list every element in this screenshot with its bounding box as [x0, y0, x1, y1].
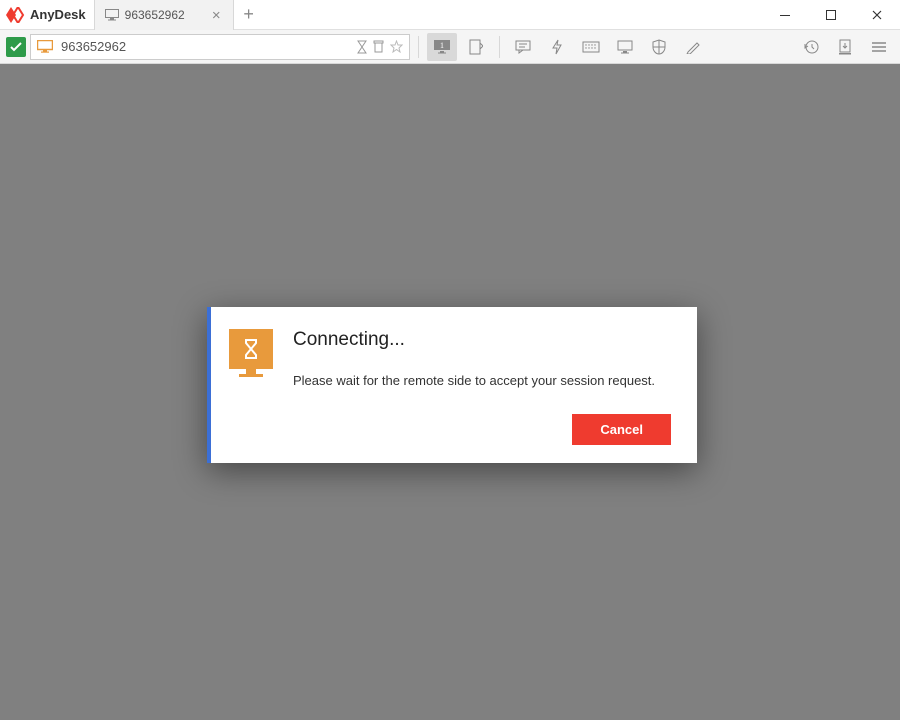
trash-icon[interactable]	[373, 40, 384, 54]
monitor-select-button[interactable]: 1	[427, 33, 457, 61]
hourglass-icon	[357, 40, 367, 54]
address-value: 963652962	[61, 39, 349, 54]
toolbar-separator	[418, 36, 419, 58]
connecting-dialog: Connecting... Please wait for the remote…	[207, 307, 697, 463]
actions-button[interactable]	[542, 33, 572, 61]
app-brand: AnyDesk	[0, 0, 94, 29]
star-icon[interactable]	[390, 40, 403, 54]
svg-text:1: 1	[440, 41, 444, 50]
monitor-icon	[105, 9, 119, 21]
monitor-icon	[37, 40, 53, 53]
toolbar: 963652962 1	[0, 30, 900, 64]
maximize-button[interactable]	[808, 0, 854, 29]
toolbar-separator	[499, 36, 500, 58]
titlebar-spacer	[264, 0, 762, 29]
anydesk-logo-icon	[6, 7, 26, 23]
app-title: AnyDesk	[30, 7, 86, 22]
file-transfer-button[interactable]	[461, 33, 491, 61]
chat-button[interactable]	[508, 33, 538, 61]
close-tab-button[interactable]: ×	[208, 6, 225, 25]
history-button[interactable]	[796, 33, 826, 61]
session-tab[interactable]: 963652962 ×	[94, 0, 234, 30]
cancel-button[interactable]: Cancel	[572, 414, 671, 445]
menu-button[interactable]	[864, 33, 894, 61]
minimize-button[interactable]	[762, 0, 808, 29]
whiteboard-button[interactable]	[678, 33, 708, 61]
address-field[interactable]: 963652962	[30, 34, 410, 60]
window-controls	[762, 0, 900, 29]
title-bar: AnyDesk 963652962 × +	[0, 0, 900, 30]
tab-strip: 963652962 × +	[94, 0, 264, 29]
dialog-message: Please wait for the remote side to accep…	[293, 373, 671, 388]
download-button[interactable]	[830, 33, 860, 61]
remote-view-area: Connecting... Please wait for the remote…	[0, 64, 900, 720]
keyboard-button[interactable]	[576, 33, 606, 61]
hourglass-monitor-icon	[229, 329, 273, 369]
display-button[interactable]	[610, 33, 640, 61]
address-actions	[357, 40, 403, 54]
close-window-button[interactable]	[854, 0, 900, 29]
tab-label: 963652962	[125, 8, 185, 22]
dialog-title: Connecting...	[293, 329, 671, 351]
new-tab-button[interactable]: +	[234, 0, 264, 29]
permissions-button[interactable]	[644, 33, 674, 61]
connection-status-icon	[6, 37, 26, 57]
